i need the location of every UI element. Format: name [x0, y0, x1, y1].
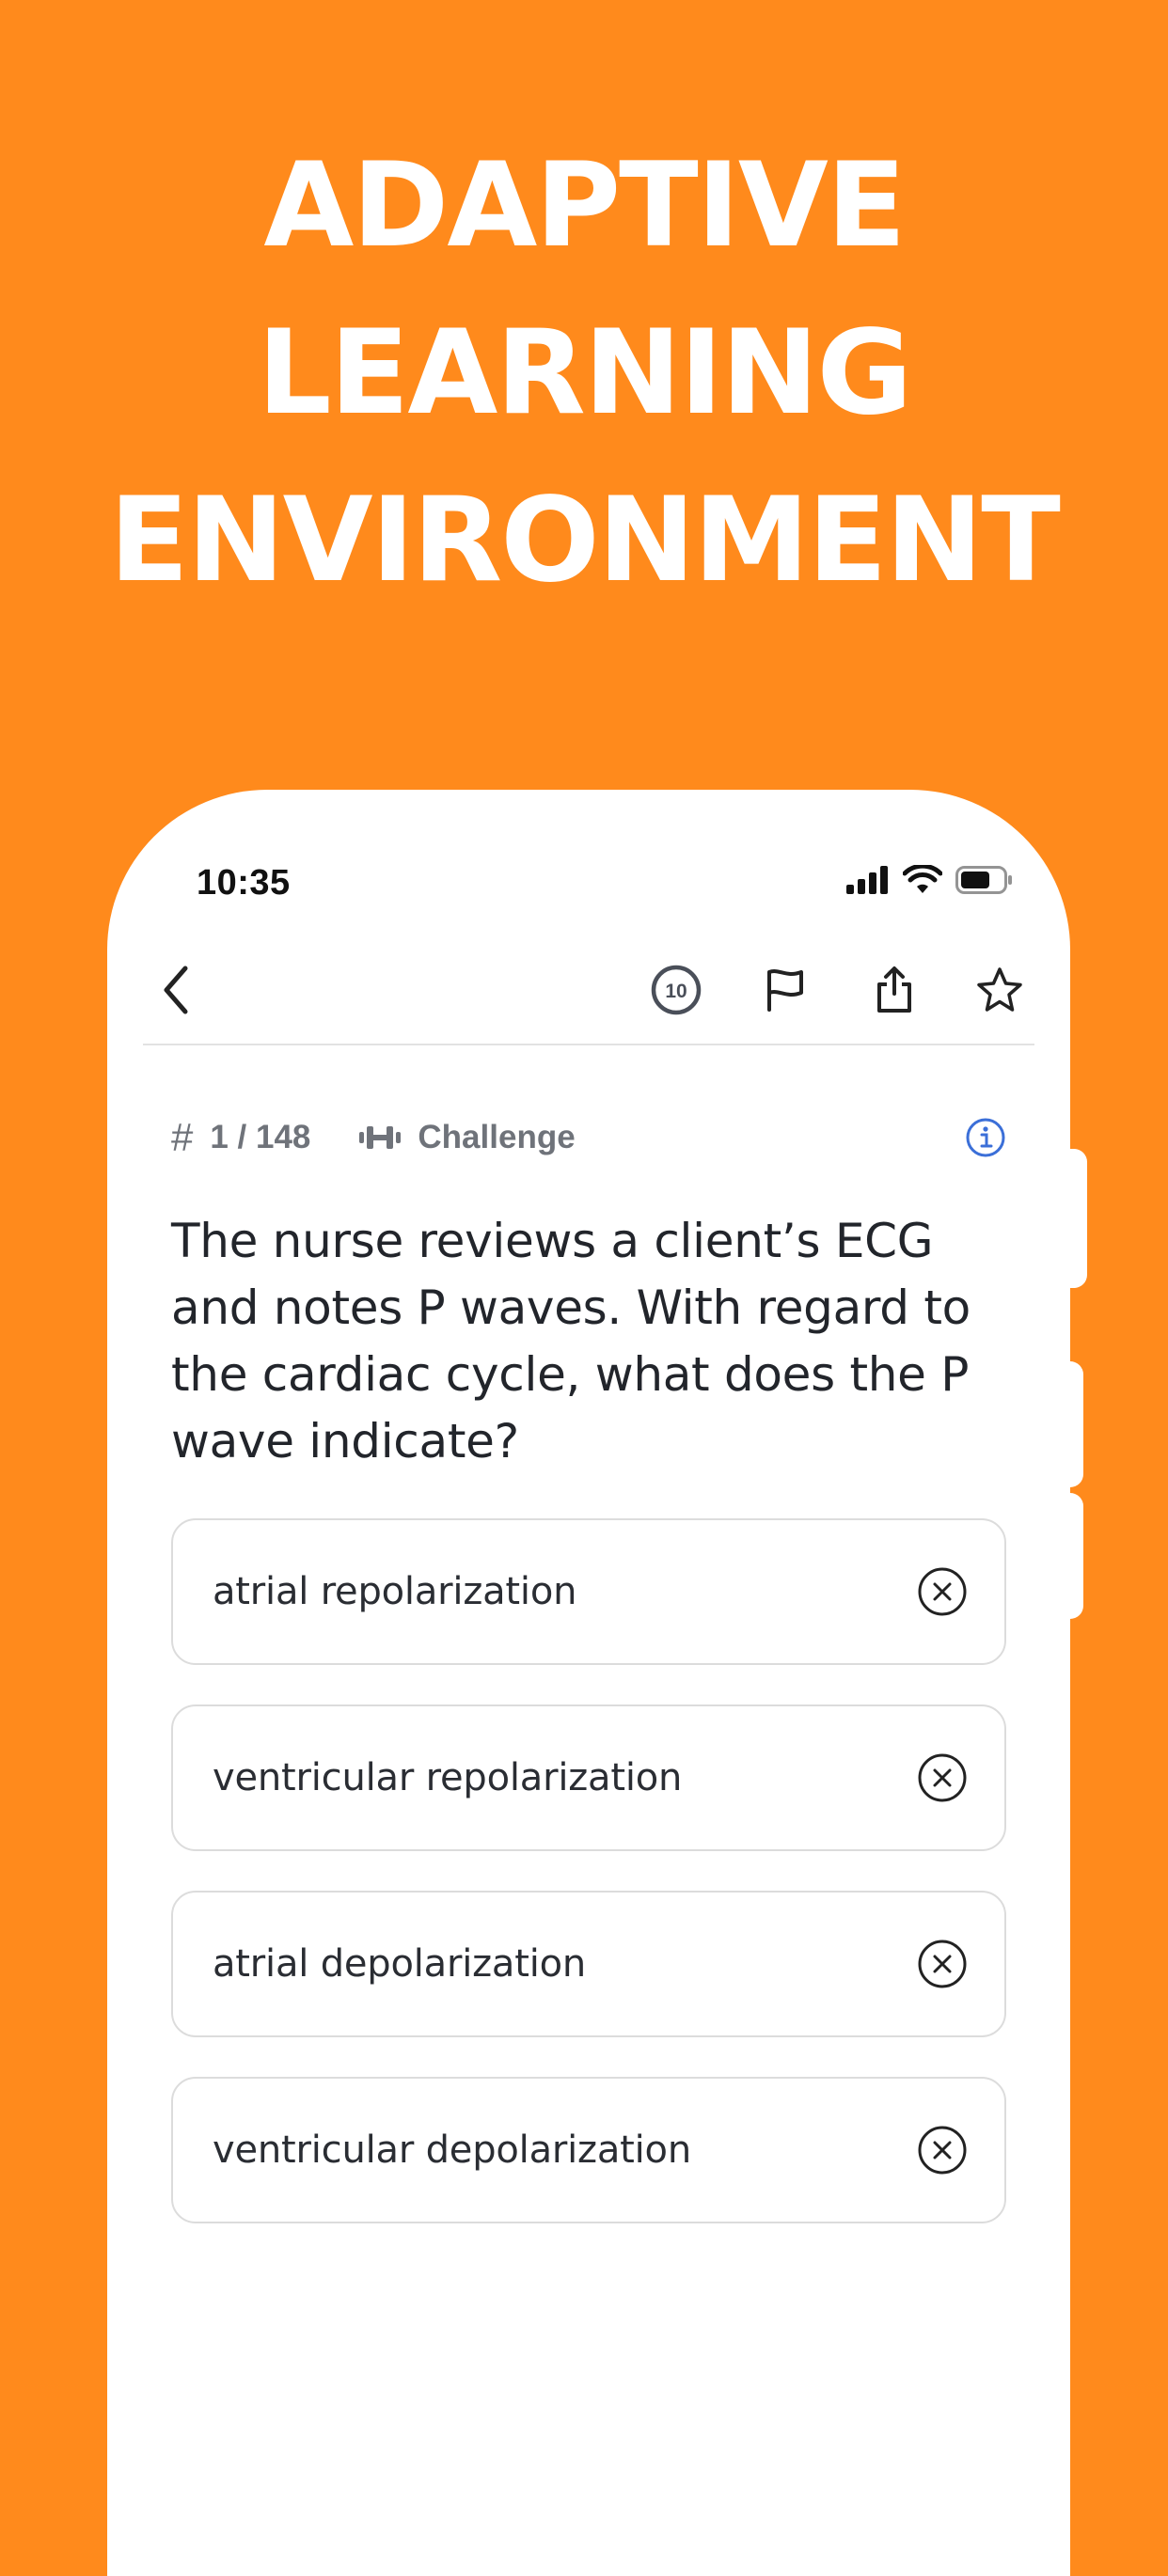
question-text: The nurse reviews a client’s ECG and not…	[171, 1214, 971, 1469]
cellular-signal-icon	[846, 866, 890, 899]
headline-line-2: LEARNING	[257, 306, 913, 441]
answer-option-3[interactable]: atrial depolarization	[171, 1891, 1006, 2037]
answer-options: atrial repolarization ventricular repola…	[171, 1518, 1006, 2263]
eliminate-option-button[interactable]	[916, 1565, 969, 1618]
info-icon	[965, 1117, 1006, 1158]
share-button[interactable]	[865, 963, 923, 1021]
phone-screen: 10:35 10 # 1 / 148 Challenge The nurse r…	[107, 790, 1070, 2576]
answer-option-2[interactable]: ventricular repolarization	[171, 1704, 1006, 1851]
answer-option-label: ventricular depolarization	[213, 2128, 691, 2172]
eliminate-option-button[interactable]	[916, 2124, 969, 2176]
status-icons	[846, 863, 1014, 900]
answer-option-4[interactable]: ventricular depolarization	[171, 2077, 1006, 2223]
phone-side-button-3	[1070, 1493, 1083, 1619]
chevron-left-icon	[159, 965, 197, 1020]
answer-option-label: atrial depolarization	[213, 1942, 587, 1986]
headline: ADAPTIVE LEARNING ENVIRONMENT	[0, 122, 1168, 624]
wifi-icon	[902, 863, 943, 900]
mode-label: Challenge	[418, 1119, 576, 1155]
question-toolbar: 10	[143, 940, 1034, 1045]
flag-icon	[764, 966, 807, 1018]
close-circle-icon	[918, 1940, 967, 1988]
close-circle-icon	[918, 1567, 967, 1616]
close-circle-icon	[918, 2126, 967, 2175]
timer-button[interactable]: 10	[647, 963, 705, 1021]
close-circle-icon	[918, 1753, 967, 1802]
eliminate-option-button[interactable]	[916, 1751, 969, 1804]
phone-side-button-1	[1070, 1149, 1087, 1288]
question-meta: # 1 / 148 Challenge	[171, 1114, 1006, 1161]
mode-badge: Challenge	[357, 1119, 576, 1156]
battery-icon	[955, 866, 1014, 899]
status-time: 10:35	[197, 863, 291, 903]
hash-icon: #	[171, 1115, 194, 1159]
headline-line-1: ADAPTIVE	[263, 138, 906, 274]
eliminate-option-button[interactable]	[916, 1938, 969, 1990]
back-button[interactable]	[149, 963, 207, 1021]
favorite-button[interactable]	[971, 963, 1029, 1021]
headline-line-3: ENVIRONMENT	[109, 473, 1061, 608]
timer-value: 10	[665, 981, 687, 1002]
share-icon	[874, 966, 915, 1019]
flag-button[interactable]	[756, 963, 814, 1021]
star-icon	[975, 966, 1024, 1019]
phone-side-button-2	[1070, 1361, 1083, 1487]
question-counter: 1 / 148	[210, 1119, 311, 1155]
answer-option-label: atrial repolarization	[213, 1570, 577, 1613]
answer-option-1[interactable]: atrial repolarization	[171, 1518, 1006, 1665]
dumbbell-icon	[357, 1123, 402, 1152]
answer-option-label: ventricular repolarization	[213, 1756, 683, 1799]
info-button[interactable]	[965, 1117, 1006, 1158]
